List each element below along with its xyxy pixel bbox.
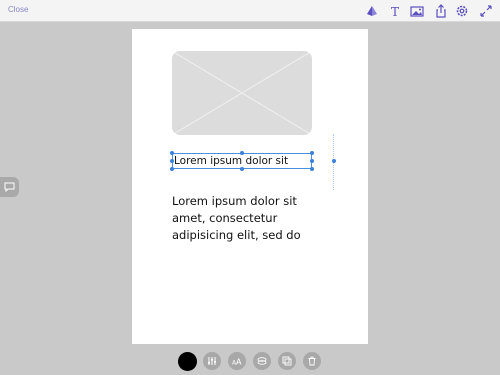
comment-icon <box>4 182 15 192</box>
layers-icon[interactable] <box>365 4 379 18</box>
artboard-page[interactable]: Lorem ipsum dolor sit Lorem ipsum dolor … <box>132 29 368 344</box>
fullscreen-icon[interactable] <box>479 4 493 18</box>
top-toolbar: Close T <box>0 0 500 22</box>
spacing-guide-handle[interactable] <box>332 159 336 163</box>
resize-handle-left[interactable] <box>170 159 174 163</box>
resize-handle-bottom-left[interactable] <box>170 167 174 171</box>
duplicate-icon[interactable] <box>278 352 296 370</box>
image-placeholder[interactable] <box>172 51 312 135</box>
comments-tab[interactable] <box>0 177 19 197</box>
svg-text:A: A <box>236 358 242 367</box>
resize-handle-top[interactable] <box>240 151 244 155</box>
body-text-block[interactable]: Lorem ipsum dolor sit amet, consectetur … <box>172 193 322 244</box>
placeholder-cross-icon <box>172 51 312 135</box>
font-size-icon[interactable]: AA <box>228 352 246 370</box>
color-swatch[interactable] <box>178 352 197 371</box>
resize-handle-bottom[interactable] <box>240 167 244 171</box>
resize-handle-right[interactable] <box>310 159 314 163</box>
resize-handle-bottom-right[interactable] <box>310 167 314 171</box>
text-icon[interactable]: T <box>389 4 403 18</box>
resize-handle-top-left[interactable] <box>170 151 174 155</box>
settings-icon[interactable] <box>455 4 469 18</box>
svg-text:T: T <box>391 5 399 18</box>
close-button[interactable]: Close <box>8 5 28 14</box>
delete-icon[interactable] <box>303 352 321 370</box>
resize-handle-top-right[interactable] <box>310 151 314 155</box>
layer-order-icon[interactable] <box>253 352 271 370</box>
share-icon[interactable] <box>434 4 448 18</box>
selected-text[interactable]: Lorem ipsum dolor sit <box>174 154 288 169</box>
image-icon[interactable] <box>410 4 424 18</box>
adjust-icon[interactable] <box>203 352 221 370</box>
